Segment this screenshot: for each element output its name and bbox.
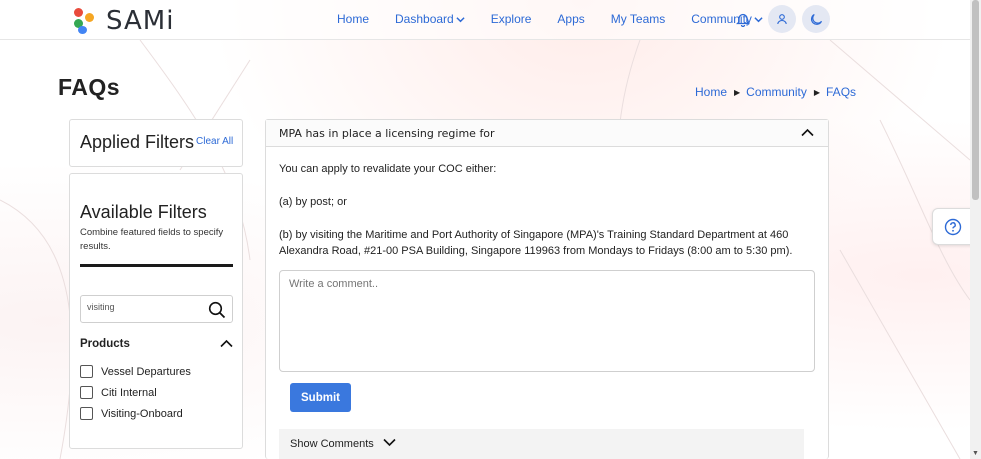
checkbox[interactable] — [80, 365, 93, 378]
search-icon[interactable] — [208, 301, 226, 319]
top-navigation-bar: SAMi Home Dashboard Explore Apps My Team… — [0, 0, 970, 40]
available-filters-subtitle: Combine featured fields to specify resul… — [80, 227, 224, 252]
applied-filters-panel: Applied Filters Clear All — [69, 119, 243, 167]
caret-right-icon: ▶ — [734, 87, 741, 97]
page-scrollbar[interactable]: ▼ — [970, 0, 981, 459]
theme-toggle-button[interactable] — [802, 5, 830, 33]
breadcrumb-faqs[interactable]: FAQs — [826, 85, 856, 99]
show-comments-label: Show Comments — [290, 438, 374, 450]
help-button[interactable] — [932, 208, 974, 245]
page-title: FAQs — [58, 74, 121, 100]
products-title: Products — [80, 338, 130, 350]
filter-option-label: Visiting-Onboard — [101, 407, 183, 420]
chevron-up-icon[interactable] — [220, 339, 233, 348]
nav-explore-label: Explore — [490, 12, 532, 26]
bell-icon — [736, 13, 750, 27]
nav-my-teams-label: My Teams — [610, 12, 666, 26]
chevron-down-icon — [456, 16, 465, 22]
checkbox[interactable] — [80, 407, 93, 420]
available-filters-panel: Available Filters Combine featured field… — [69, 173, 243, 449]
nav-icons — [730, 5, 830, 33]
filter-search-input[interactable] — [87, 302, 197, 312]
app-logo[interactable]: SAMi — [72, 6, 174, 36]
faq-question-header[interactable]: MPA has in place a licensing regime for — [266, 120, 828, 147]
answer-paragraph: (a) by post; or — [279, 196, 347, 208]
notifications-button[interactable] — [730, 6, 756, 32]
show-comments-toggle[interactable]: Show Comments — [279, 429, 804, 459]
nav-dashboard[interactable]: Dashboard — [395, 12, 465, 26]
filter-option-label: Citi Internal — [101, 386, 157, 399]
products-section-header[interactable]: Products — [80, 338, 233, 350]
comment-input[interactable] — [279, 270, 815, 372]
breadcrumb: Home ▶ Community ▶ FAQs — [695, 85, 856, 99]
answer-paragraph: (b) by visiting the Maritime and Port Au… — [279, 229, 793, 257]
help-icon — [944, 218, 962, 235]
breadcrumb-community[interactable]: Community — [746, 85, 807, 99]
faq-question: MPA has in place a licensing regime for — [279, 127, 495, 140]
breadcrumb-home[interactable]: Home — [695, 85, 727, 99]
submit-button[interactable]: Submit — [290, 383, 351, 412]
nav-home-label: Home — [337, 12, 370, 26]
nav-my-teams[interactable]: My Teams — [611, 12, 665, 26]
nav-explore[interactable]: Explore — [491, 12, 532, 26]
filter-option-label: Vessel Departures — [101, 365, 191, 378]
applied-filters-title: Applied Filters — [80, 132, 195, 152]
checkbox[interactable] — [80, 386, 93, 399]
filter-option-citi-internal[interactable]: Citi Internal — [80, 386, 157, 399]
filter-search-box — [80, 295, 233, 323]
filter-option-visiting-onboard[interactable]: Visiting-Onboard — [80, 407, 183, 420]
caret-right-icon: ▶ — [813, 87, 821, 97]
nav-home[interactable]: Home — [337, 12, 369, 26]
nav-apps-label: Apps — [557, 12, 585, 26]
nav-apps[interactable]: Apps — [557, 12, 584, 26]
divider — [80, 264, 233, 267]
app-name: SAMi — [106, 6, 175, 36]
scroll-down-arrow-icon[interactable]: ▼ — [972, 450, 979, 457]
scrollbar-thumb[interactable] — [972, 0, 979, 200]
chevron-up-icon[interactable] — [801, 128, 814, 137]
filter-option-vessel-departures[interactable]: Vessel Departures — [80, 365, 191, 378]
available-filters-title: Available Filters — [80, 202, 207, 222]
main-nav: Home Dashboard Explore Apps My Teams Com… — [337, 12, 789, 26]
user-icon — [777, 14, 787, 25]
faq-card: MPA has in place a licensing regime for … — [265, 119, 829, 459]
profile-button[interactable] — [768, 5, 796, 33]
moon-icon — [810, 13, 822, 25]
logo-mark-icon — [72, 8, 96, 34]
clear-all-link[interactable]: Clear All — [196, 136, 233, 147]
chevron-down-icon — [383, 438, 396, 447]
answer-paragraph: You can apply to revalidate your COC eit… — [279, 163, 497, 175]
nav-dashboard-label: Dashboard — [395, 12, 454, 26]
